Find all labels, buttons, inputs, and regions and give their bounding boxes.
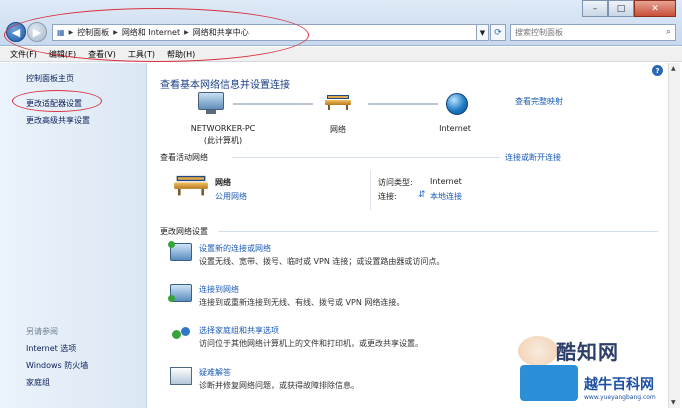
sidebar-item-windows-firewall[interactable]: Windows 防火墙	[26, 360, 88, 371]
watermark-logo	[520, 365, 578, 401]
node-label-internet: Internet	[439, 124, 471, 133]
new-connection-desc: 设置无线、宽带、拨号、临时或 VPN 连接；或设置路由器或访问点。	[199, 257, 445, 266]
menu-file[interactable]: 文件(F)	[10, 49, 37, 60]
watermark-text: 酷知网	[556, 340, 619, 364]
search-icon: ⌕	[665, 27, 671, 37]
window-title-bar: – □ ✕ ◀ ▶ ▦ ▶ 控制面板 ▶ 网络和 Internet ▶ 网络和共…	[0, 0, 682, 46]
menu-tools[interactable]: 工具(T)	[128, 49, 155, 60]
back-arrow-icon: ◀	[11, 25, 21, 39]
troubleshoot-link[interactable]: 疑难解答	[199, 367, 231, 378]
page-title: 查看基本网络信息并设置连接	[160, 80, 290, 91]
minimize-button[interactable]: –	[582, 0, 608, 17]
internet-globe-icon	[446, 93, 468, 115]
maximize-button[interactable]: □	[608, 0, 634, 17]
sidebar-item-change-adapter-settings[interactable]: 更改适配器设置	[26, 98, 82, 109]
control-panel-icon: ▦	[57, 28, 65, 37]
breadcrumb-network-sharing-center[interactable]: 网络和共享中心	[193, 27, 249, 38]
scroll-down-icon[interactable]: ▼	[671, 399, 676, 406]
menu-view[interactable]: 查看(V)	[88, 49, 116, 60]
sidebar-item-homegroup[interactable]: 家庭组	[26, 377, 50, 388]
breadcrumb-separator-icon: ▶	[68, 29, 74, 36]
connection-label: 连接:	[378, 192, 397, 201]
connector-line	[233, 103, 313, 105]
vertical-scrollbar[interactable]: ▲ ▼	[668, 63, 680, 408]
connect-network-link[interactable]: 连接到网络	[199, 284, 239, 295]
back-button[interactable]: ◀	[6, 22, 26, 42]
homegroup-sharing-link[interactable]: 选择家庭组和共享选项	[199, 325, 279, 336]
view-full-map-link[interactable]: 查看完整映射	[515, 96, 563, 107]
sidebar-item-control-panel-home[interactable]: 控制面板主页	[26, 73, 74, 84]
new-connection-icon	[168, 241, 192, 261]
forward-button[interactable]: ▶	[27, 22, 47, 42]
breadcrumb-control-panel[interactable]: 控制面板	[77, 27, 109, 38]
connect-disconnect-link[interactable]: 连接或断开连接	[505, 152, 561, 163]
lan-connection-icon: ⇵	[418, 190, 426, 200]
node-sublabel-computer: (此计算机)	[203, 136, 243, 145]
task-new-connection: 设置新的连接或网络 设置无线、宽带、拨号、临时或 VPN 连接；或设置路由器或访…	[168, 241, 630, 271]
local-connection-link[interactable]: 本地连接	[430, 191, 462, 202]
access-type-label: 访问类型:	[378, 178, 413, 187]
chevron-down-icon: ▼	[479, 28, 486, 37]
help-icon: ?	[655, 66, 660, 75]
connector-line	[368, 103, 438, 105]
menu-help[interactable]: 帮助(H)	[167, 49, 195, 60]
node-label-network: 网络	[330, 125, 346, 134]
sidebar-item-change-advanced-sharing[interactable]: 更改高级共享设置	[26, 115, 90, 126]
active-network-name: 网络	[215, 178, 231, 187]
search-box[interactable]: ⌕	[510, 24, 676, 41]
computer-icon	[198, 92, 224, 110]
network-bench-icon	[174, 175, 208, 196]
breadcrumb-separator-icon: ▶	[113, 29, 118, 36]
change-settings-heading: 更改网络设置	[160, 227, 208, 236]
active-networks-heading: 查看活动网络	[160, 153, 208, 162]
menu-edit[interactable]: 编辑(E)	[49, 49, 76, 60]
menu-bar: 文件(F) 编辑(E) 查看(V) 工具(T) 帮助(H)	[0, 47, 682, 62]
refresh-icon: ⟳	[494, 27, 502, 38]
divider	[370, 170, 371, 210]
sidebar: 控制面板主页 更改适配器设置 更改高级共享设置 另请参阅 Internet 选项…	[0, 63, 147, 408]
watermark-logo	[518, 336, 558, 366]
homegroup-sharing-desc: 访问位于其他网络计算机上的文件和打印机，或更改共享设置。	[199, 339, 423, 348]
public-network-link[interactable]: 公用网络	[215, 191, 247, 202]
forward-arrow-icon: ▶	[32, 25, 42, 39]
connect-network-icon	[168, 284, 192, 302]
new-connection-link[interactable]: 设置新的连接或网络	[199, 243, 271, 254]
divider	[232, 157, 500, 158]
computer-stand	[206, 110, 216, 114]
window-controls: – □ ✕	[582, 0, 676, 17]
refresh-button[interactable]: ⟳	[490, 24, 506, 41]
access-type-value: Internet	[430, 177, 462, 186]
close-button[interactable]: ✕	[634, 0, 676, 17]
connect-network-desc: 连接到或重新连接到无线、有线、拨号或 VPN 网络连接。	[199, 298, 405, 307]
homegroup-icon	[170, 325, 192, 343]
scroll-up-icon[interactable]: ▲	[671, 65, 676, 72]
breadcrumb-network-internet[interactable]: 网络和 Internet	[122, 27, 180, 38]
task-connect-network: 连接到网络 连接到或重新连接到无线、有线、拨号或 VPN 网络连接。	[168, 284, 630, 312]
sidebar-item-internet-options[interactable]: Internet 选项	[26, 343, 76, 354]
breadcrumb-separator-icon: ▶	[184, 29, 189, 36]
address-dropdown-button[interactable]: ▼	[476, 24, 489, 41]
help-button[interactable]: ?	[652, 65, 663, 76]
watermark-text: 越牛百科网	[584, 377, 654, 393]
address-bar[interactable]: ▦ ▶ 控制面板 ▶ 网络和 Internet ▶ 网络和共享中心	[52, 24, 477, 41]
troubleshoot-icon	[170, 367, 192, 385]
troubleshoot-desc: 诊断并修复网络问题，或获得故障排除信息。	[199, 381, 359, 390]
see-also-heading: 另请参阅	[26, 327, 58, 336]
search-input[interactable]	[511, 25, 656, 40]
watermark-url: www.yueyangbang.com	[584, 394, 656, 401]
network-bench-icon	[325, 95, 351, 110]
divider	[218, 231, 658, 232]
node-label-computer: NETWORKER-PC	[190, 124, 256, 133]
